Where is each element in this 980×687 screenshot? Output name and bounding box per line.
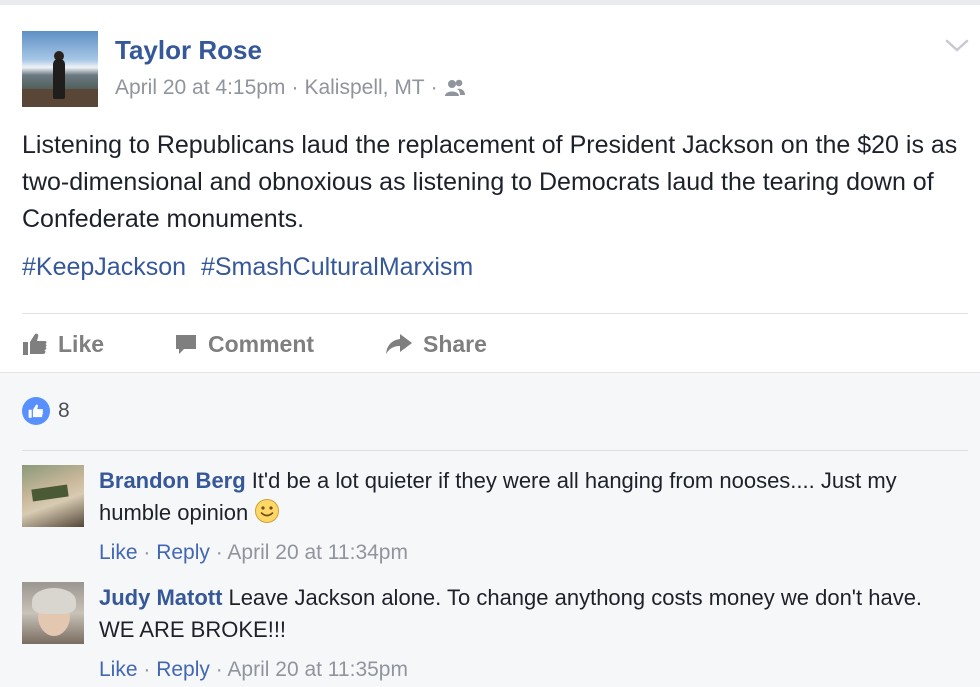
meta-separator: · [291, 76, 299, 99]
comment-author[interactable]: Judy Matott [99, 585, 222, 610]
author-name[interactable]: Taylor Rose [115, 35, 262, 66]
divider [22, 450, 968, 451]
like-label: Like [58, 330, 105, 357]
reaction-summary[interactable]: 8 [22, 397, 70, 425]
share-label: Share [423, 330, 487, 357]
comment-body: Brandon Berg It'd be a lot quieter if the… [99, 465, 959, 529]
comment-author[interactable]: Brandon Berg [99, 468, 246, 493]
post-location[interactable]: Kalispell, MT [304, 76, 424, 100]
comment-reply-link[interactable]: Reply [156, 658, 210, 681]
post-timestamp[interactable]: April 20 at 4:15pm [115, 76, 285, 100]
meta-separator-2: · [430, 76, 438, 99]
like-button[interactable]: Like [22, 323, 104, 365]
comment-body: Judy Matott Leave Jackson alone. To chang… [99, 582, 959, 646]
chevron-down-icon[interactable] [944, 37, 970, 55]
post-text: Listening to Republicans laud the replac… [22, 131, 958, 233]
comment-timestamp[interactable]: April 20 at 11:34pm [227, 541, 408, 564]
comment-actions: Like · Reply · April 20 at 11:35pm [99, 658, 408, 681]
comment-timestamp[interactable]: April 20 at 11:35pm [227, 658, 408, 681]
hashtags: #KeepJackson #SmashCulturalMarxism [22, 253, 473, 282]
share-button[interactable]: Share [385, 323, 487, 365]
like-reaction-icon [22, 397, 50, 425]
like-count: 8 [58, 399, 70, 422]
comment-text: Leave Jackson alone. To change anythong … [99, 585, 923, 642]
divider [22, 313, 968, 314]
speech-bubble-icon [176, 335, 196, 354]
comment-label: Comment [208, 330, 315, 357]
hashtag-smashculturalmarxism[interactable]: #SmashCulturalMarxism [201, 253, 473, 281]
comment-reply-link[interactable]: Reply [156, 541, 210, 564]
comments-section: 8 Brandon Berg It'd be a lot quieter if t… [0, 372, 980, 687]
post-meta: April 20 at 4:15pm · Kalispell, MT · [115, 76, 466, 100]
hashtag-keepjackson[interactable]: #KeepJackson [22, 253, 186, 281]
comment-like-link[interactable]: Like [99, 541, 138, 564]
comment-actions: Like · Reply · April 20 at 11:34pm [99, 541, 408, 564]
smiley-emoji-icon [255, 499, 280, 523]
action-bar: Like Comment Share [0, 323, 980, 365]
comment-button[interactable]: Comment [174, 323, 314, 365]
author-avatar[interactable] [22, 31, 98, 107]
facebook-post: Taylor Rose April 20 at 4:15pm · Kalispe… [0, 5, 980, 687]
share-arrow-icon [386, 334, 412, 354]
comment-like-link[interactable]: Like [99, 658, 138, 681]
commenter-avatar[interactable] [22, 465, 84, 527]
commenter-avatar[interactable] [22, 582, 84, 644]
friends-icon[interactable] [444, 79, 466, 97]
thumbs-up-icon [23, 333, 47, 355]
